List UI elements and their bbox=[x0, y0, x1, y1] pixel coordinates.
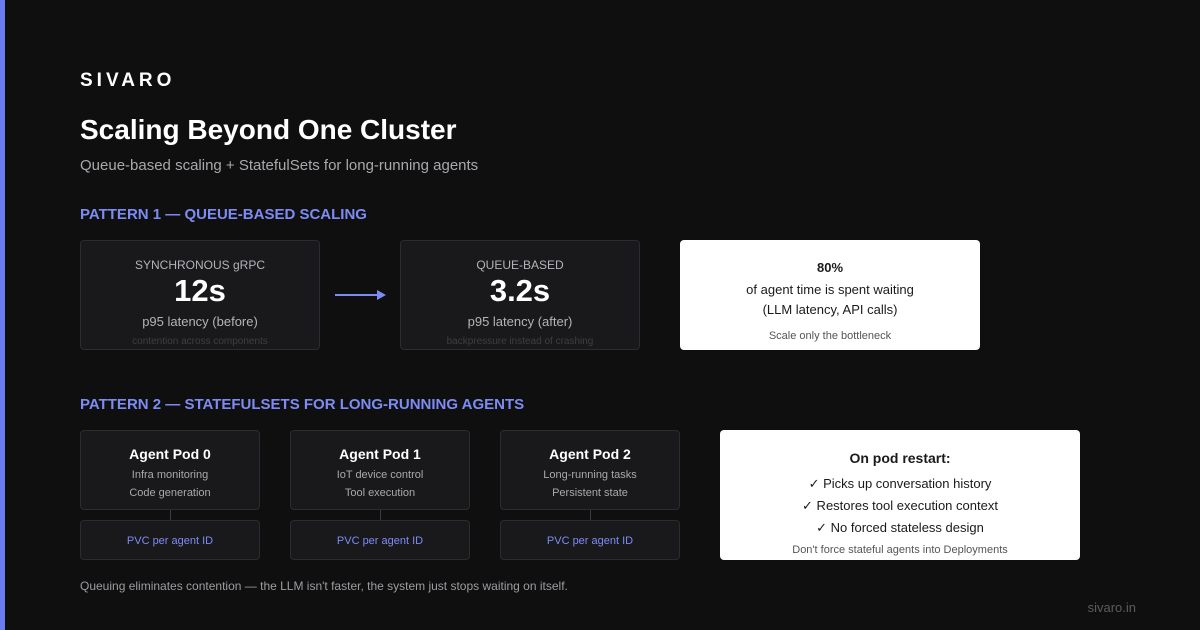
arrow-right-icon bbox=[335, 290, 386, 300]
stat-footnote: Scale only the bottleneck bbox=[768, 330, 892, 342]
pattern2-heading: PATTERN 2 — STATEFULSETS FOR LONG-RUNNIN… bbox=[80, 396, 525, 413]
pod-restart-card: On pod restart: ✓ Picks up conversation … bbox=[720, 430, 1080, 560]
metric-card-before: SYNCHRONOUS gRPC 12s p95 latency (before… bbox=[80, 240, 320, 350]
pvc-card: PVC per agent ID bbox=[290, 520, 470, 560]
pod-connector bbox=[380, 510, 381, 520]
metric-note: backpressure instead of crashing bbox=[446, 336, 594, 347]
restart-item: ✓ No forced stateless design bbox=[816, 520, 984, 535]
pod-role: IoT device control bbox=[336, 469, 424, 481]
metric-caption: p95 latency (after) bbox=[467, 314, 573, 329]
restart-title: On pod restart: bbox=[849, 450, 951, 466]
metric-label: SYNCHRONOUS gRPC bbox=[134, 258, 266, 272]
pvc-card: PVC per agent ID bbox=[500, 520, 680, 560]
metric-label: QUEUE-BASED bbox=[476, 258, 564, 272]
stat-description-detail: (LLM latency, API calls) bbox=[762, 302, 898, 317]
accent-bar bbox=[0, 0, 5, 630]
restart-footnote: Don't force stateful agents into Deploym… bbox=[792, 544, 1008, 556]
footer-note: Queuing eliminates contention — the LLM … bbox=[80, 579, 568, 593]
agent-pod-card: Agent Pod 1 IoT device control Tool exec… bbox=[290, 430, 470, 510]
pod-role: Long-running tasks bbox=[543, 469, 637, 481]
agent-pod-card: Agent Pod 0 Infra monitoring Code genera… bbox=[80, 430, 260, 510]
agent-pod-card: Agent Pod 2 Long-running tasks Persisten… bbox=[500, 430, 680, 510]
pod-role: Persistent state bbox=[552, 487, 628, 499]
pod-role: Tool execution bbox=[344, 487, 416, 499]
metric-value: 12s bbox=[174, 273, 226, 308]
pod-role: Code generation bbox=[129, 487, 211, 499]
metric-note: contention across components bbox=[132, 336, 268, 347]
metric-value: 3.2s bbox=[489, 273, 551, 308]
stat-description: of agent time is spent waiting bbox=[746, 282, 914, 297]
restart-item: ✓ Picks up conversation history bbox=[808, 476, 992, 491]
brand-logo: SIVARO bbox=[80, 70, 176, 91]
page-title: Scaling Beyond One Cluster bbox=[80, 114, 457, 145]
waiting-stat-card: 80% of agent time is spent waiting (LLM … bbox=[680, 240, 980, 350]
metric-caption: p95 latency (before) bbox=[142, 314, 258, 329]
pod-connector bbox=[590, 510, 591, 520]
page-subtitle: Queue-based scaling + StatefulSets for l… bbox=[80, 157, 479, 174]
site-url: sivaro.in bbox=[1087, 600, 1136, 615]
pattern1-heading: PATTERN 1 — QUEUE-BASED SCALING bbox=[80, 206, 367, 223]
stat-value: 80% bbox=[816, 260, 844, 275]
pod-title: Agent Pod 0 bbox=[129, 446, 211, 462]
restart-item: ✓ Restores tool execution context bbox=[802, 498, 998, 513]
pod-title: Agent Pod 1 bbox=[339, 446, 421, 462]
metric-card-after: QUEUE-BASED 3.2s p95 latency (after) bac… bbox=[400, 240, 640, 350]
pod-role: Infra monitoring bbox=[131, 469, 209, 481]
pod-title: Agent Pod 2 bbox=[549, 446, 631, 462]
pvc-card: PVC per agent ID bbox=[80, 520, 260, 560]
pod-connector bbox=[170, 510, 171, 520]
